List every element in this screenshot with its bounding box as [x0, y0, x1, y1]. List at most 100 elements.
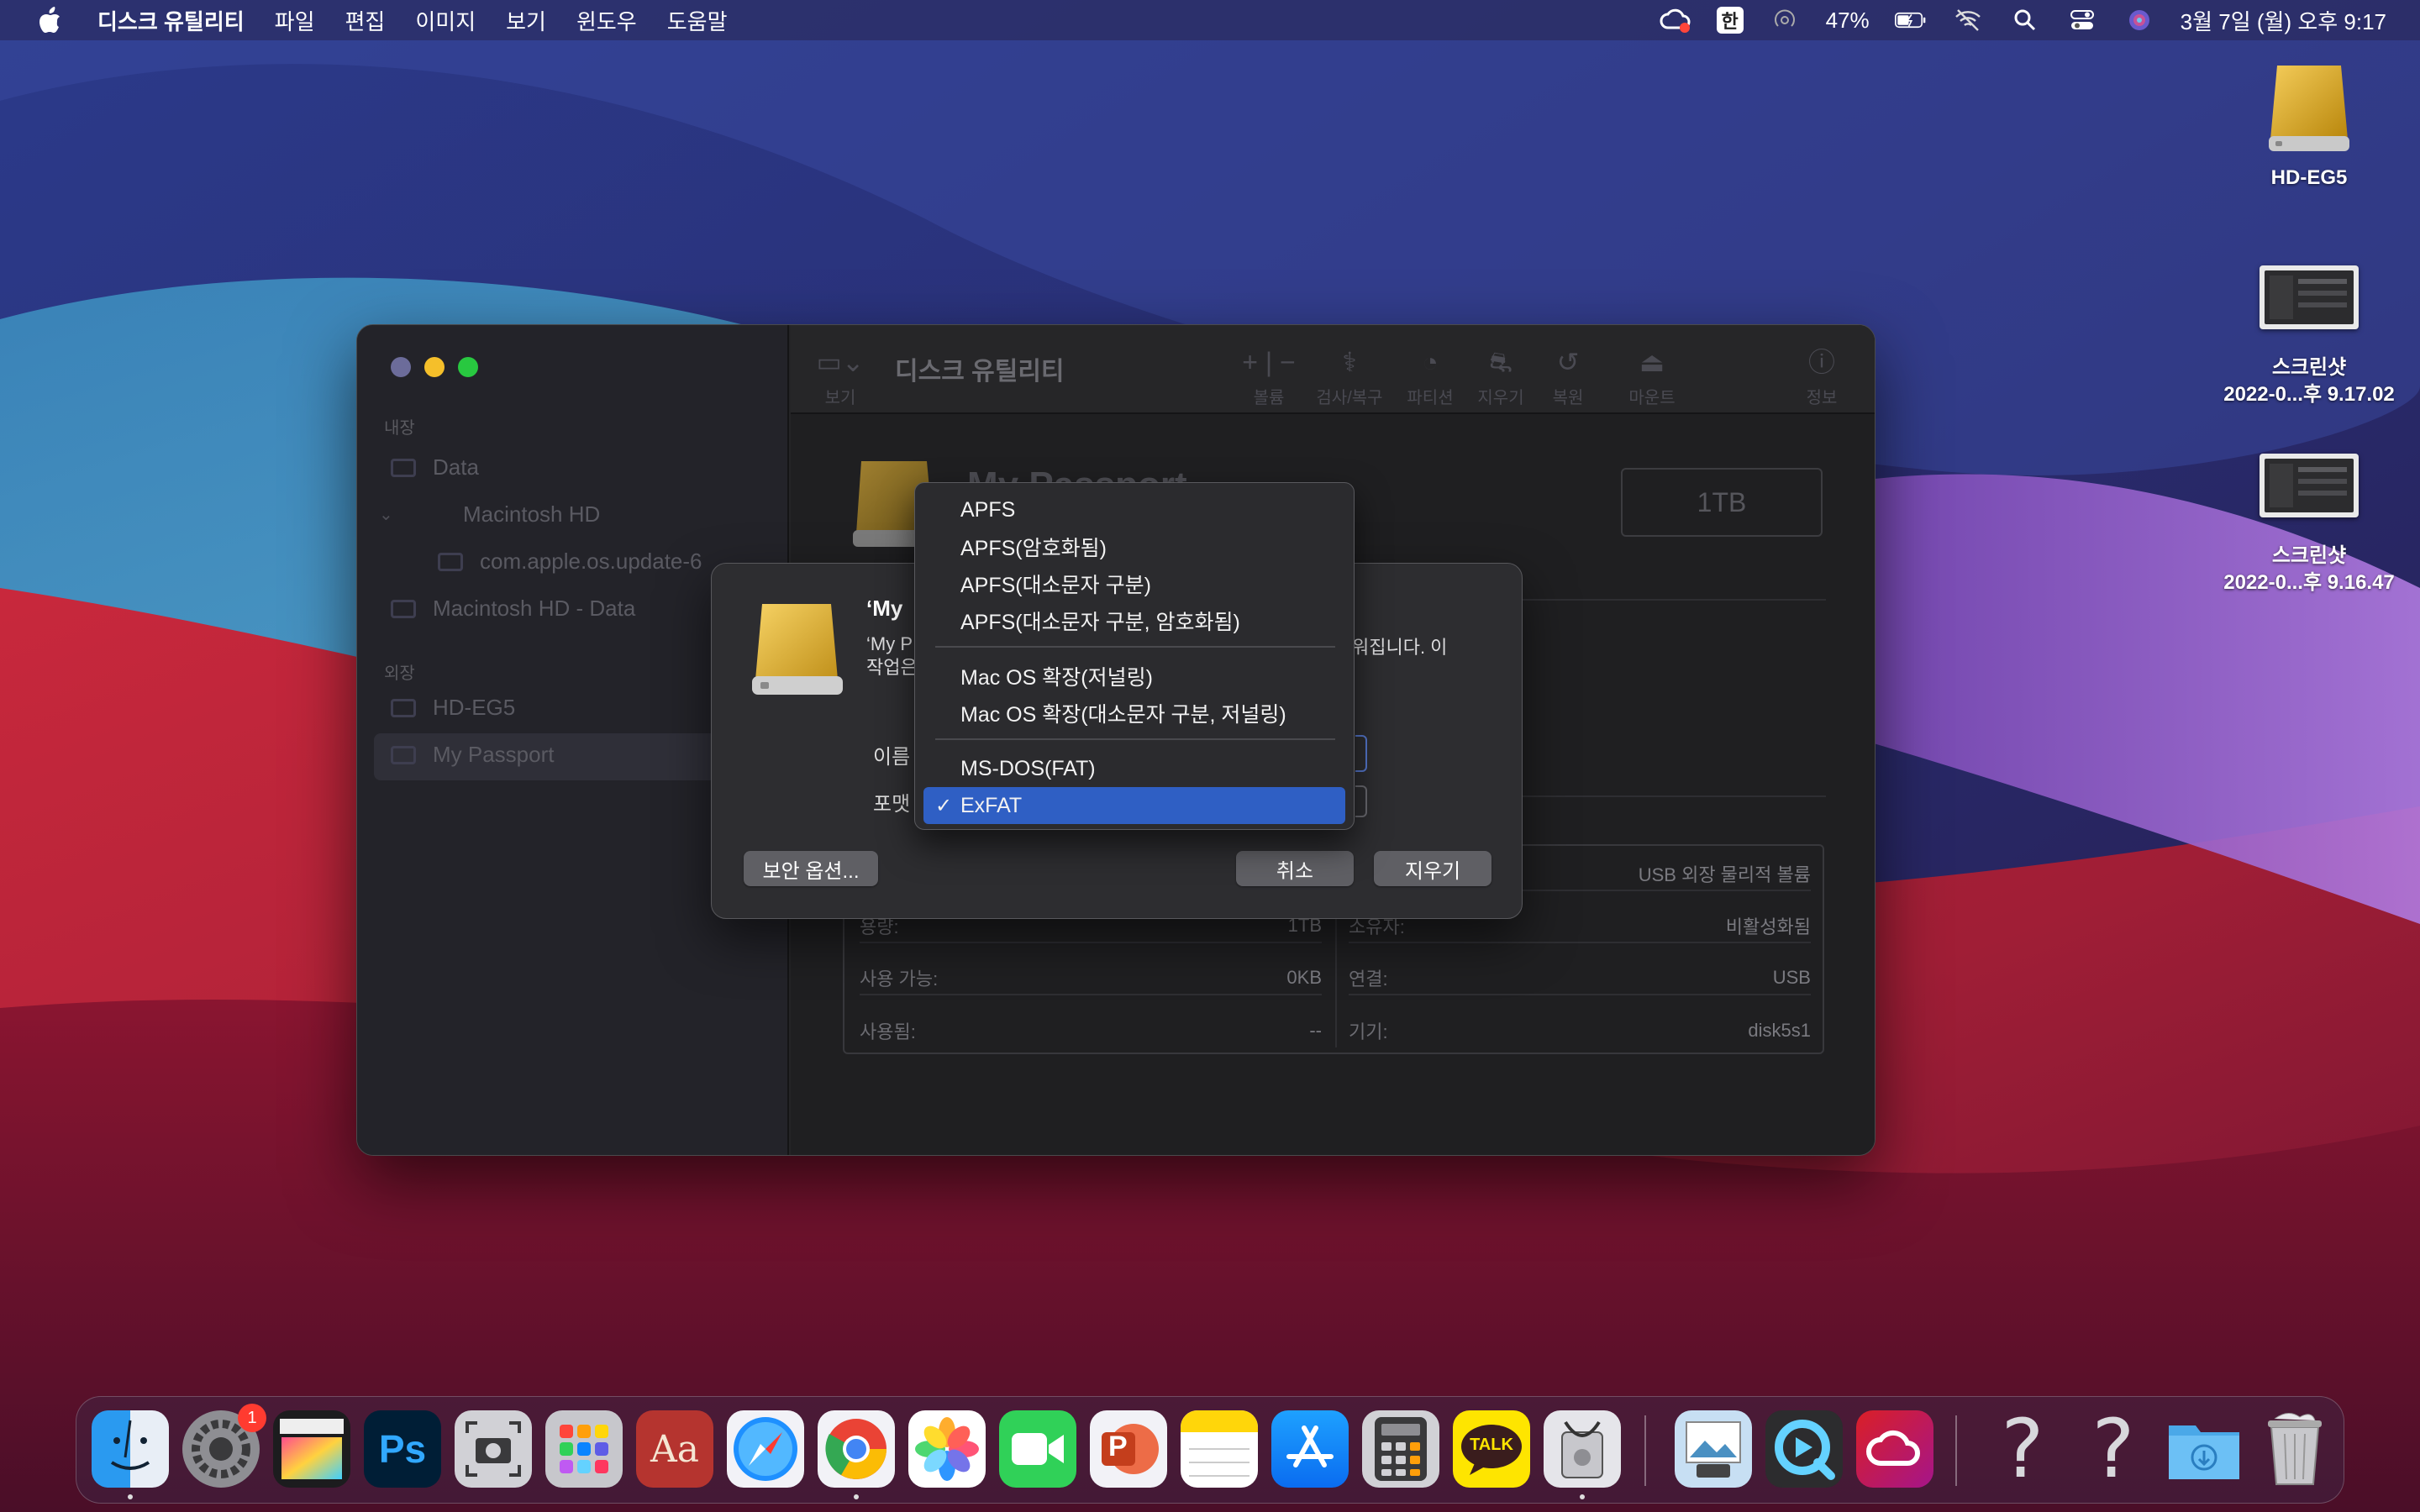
zoom-button[interactable] [458, 357, 478, 377]
sidebar-item-data[interactable]: Data [391, 454, 479, 480]
format-option-apfs-case-sensitive[interactable]: APFS(대소문자 구분) [923, 565, 1345, 602]
dock-facetime[interactable] [999, 1410, 1076, 1488]
window-title: 디스크 유틸리티 [895, 358, 1065, 386]
menu-edit[interactable]: 편집 [345, 5, 386, 36]
dock-downloads-folder[interactable] [2165, 1410, 2243, 1488]
restore-icon: ↺ [1556, 347, 1580, 377]
dock-unknown-app-2[interactable]: ? [2075, 1410, 2152, 1488]
desktop-drive-hd-eg5[interactable]: HD-EG5 [2208, 59, 2410, 192]
desktop-file-screenshot-2[interactable]: 스크린샷 2022-0...후 9.16.47 [2208, 454, 2410, 596]
dock-trash[interactable] [2256, 1410, 2333, 1488]
external-drive-icon [2259, 59, 2360, 160]
info-label: 사용됨: [860, 1021, 916, 1042]
menubar-clock[interactable]: 3월 7일 (월) 오후 9:17 [2181, 5, 2386, 36]
menu-help[interactable]: 도움말 [667, 5, 728, 36]
toolbar-view-button[interactable]: ▭⌄ 보기 [802, 345, 878, 408]
input-method-icon[interactable]: 한 [1716, 7, 1744, 34]
drive-icon [747, 599, 848, 701]
dock-final-cut-pro[interactable] [273, 1410, 350, 1488]
dock-chrome[interactable] [818, 1410, 895, 1488]
desktop-file-screenshot-1[interactable]: 스크린샷 2022-0...후 9.17.02 [2208, 265, 2410, 408]
cancel-button[interactable]: 취소 [1236, 851, 1354, 886]
dock-creative-cloud[interactable] [1856, 1410, 1933, 1488]
dock-kakaotalk[interactable]: TALK [1453, 1410, 1530, 1488]
spotlight-search-icon[interactable] [2009, 8, 2041, 33]
menu-separator [935, 738, 1335, 740]
name-label: 이름 [873, 746, 911, 769]
sidebar-item-macintosh-hd-data[interactable]: Macintosh HD - Data [391, 596, 635, 622]
airdrop-icon[interactable] [1769, 8, 1801, 33]
siri-icon[interactable] [2123, 8, 2155, 33]
format-option-mac-os-extended-case-sensitive[interactable]: Mac OS 확장(대소문자 구분, 저널링) [923, 695, 1345, 732]
powerpoint-icon [1102, 1424, 1159, 1474]
apple-menu-icon[interactable] [34, 3, 67, 37]
chevron-down-icon[interactable]: ⌄ [379, 504, 404, 525]
toolbar-info-button[interactable]: ⓘ 정보 [1784, 345, 1860, 408]
erase-button[interactable]: 지우기 [1374, 851, 1491, 886]
format-option-apfs[interactable]: APFS [923, 491, 1345, 528]
dock-notes[interactable] [1181, 1410, 1258, 1488]
battery-charging-icon[interactable] [1894, 8, 1927, 33]
sidebar-item-my-passport[interactable]: My Passport [391, 742, 555, 768]
dock-disk-utility[interactable] [1544, 1410, 1621, 1488]
menu-window[interactable]: 윈도우 [576, 5, 637, 36]
dock-system-preferences[interactable]: 1 [182, 1404, 266, 1488]
dock-safari[interactable] [727, 1410, 804, 1488]
dock-dictionary[interactable]: Aa [636, 1410, 713, 1488]
name-field[interactable] [1355, 735, 1367, 772]
format-option-apfs-case-sensitive-encrypted[interactable]: APFS(대소문자 구분, 암호화됨) [923, 602, 1345, 639]
security-options-button[interactable]: 보안 옵션... [744, 851, 878, 886]
dock-photoshop[interactable]: Ps [364, 1410, 441, 1488]
format-option-mac-os-extended-journaled[interactable]: Mac OS 확장(저널링) [923, 658, 1345, 695]
sidebar-item-os-update[interactable]: com.apple.os.update-6 [438, 549, 702, 575]
toolbar-first-aid-button[interactable]: ⚕ 검사/복구 [1312, 345, 1387, 408]
quicktime-icon [1775, 1420, 1835, 1480]
desktop-icon-label-line2: 2022-0...후 9.16.47 [2223, 571, 2395, 594]
format-option-apfs-encrypted[interactable]: APFS(암호화됨) [923, 528, 1345, 565]
powerpoint-letter: P [1108, 1431, 1128, 1462]
toolbar-partition-button[interactable]: ◔ 파티션 [1392, 345, 1468, 408]
toolbar-volume-button[interactable]: + | − 볼륨 [1231, 345, 1307, 408]
dock-launchpad[interactable] [545, 1410, 623, 1488]
running-indicator [1580, 1494, 1585, 1499]
minimize-button[interactable] [424, 357, 445, 377]
format-option-ms-dos-fat[interactable]: MS-DOS(FAT) [923, 750, 1345, 787]
dock-screenshot[interactable] [455, 1410, 532, 1488]
final-cut-icon [280, 1419, 344, 1479]
menu-view[interactable]: 보기 [506, 5, 546, 36]
toolbar-mount-button[interactable]: ⏏ 마운트 [1614, 345, 1690, 408]
desktop-icon-label-line1: 스크린샷 [2271, 356, 2347, 379]
toolbar-label: 볼륨 [1253, 389, 1285, 407]
creative-cloud-icon [1866, 1430, 1920, 1466]
dock-powerpoint[interactable]: P [1090, 1410, 1167, 1488]
toolbar-label: 복원 [1552, 389, 1584, 407]
dock-photos[interactable] [908, 1410, 986, 1488]
menu-app-name[interactable]: 디스크 유틸리티 [97, 5, 245, 36]
sidebar-item-macintosh-hd[interactable]: ⌄ Macintosh HD [379, 501, 600, 528]
wifi-off-icon[interactable] [1952, 8, 1984, 33]
checkmark-icon: ✓ [935, 794, 953, 817]
dock-finder[interactable] [92, 1410, 169, 1488]
sidebar-item-label: My Passport [433, 742, 555, 767]
menu-file[interactable]: 파일 [275, 5, 315, 36]
toolbar-label: 보기 [824, 389, 856, 407]
dock-unknown-app-1[interactable]: ? [1984, 1410, 2061, 1488]
dock-app-store[interactable] [1271, 1410, 1349, 1488]
control-center-icon[interactable] [2066, 8, 2098, 33]
info-label: 사용 가능: [860, 969, 939, 990]
sidebar-item-hd-eg5[interactable]: HD-EG5 [391, 695, 515, 721]
menu-image[interactable]: 이미지 [415, 5, 476, 36]
dock-quicktime[interactable] [1765, 1410, 1843, 1488]
creative-cloud-status-icon[interactable] [1660, 8, 1691, 33]
calculator-icon [1375, 1417, 1427, 1481]
format-option-exfat[interactable]: ✓ ExFAT [923, 787, 1345, 824]
close-button[interactable] [391, 357, 411, 377]
toolbar-restore-button[interactable]: ↺ 복원 [1530, 345, 1606, 408]
dock-calculator[interactable] [1362, 1410, 1439, 1488]
volume-icon [438, 552, 463, 571]
toolbar-erase-button[interactable]: ⛐ 지우기 [1463, 345, 1539, 408]
sidebar-item-label: Data [433, 454, 479, 480]
toolbar-label: 정보 [1806, 389, 1838, 407]
dock-preview[interactable] [1675, 1410, 1752, 1488]
format-popup[interactable] [1355, 785, 1367, 817]
